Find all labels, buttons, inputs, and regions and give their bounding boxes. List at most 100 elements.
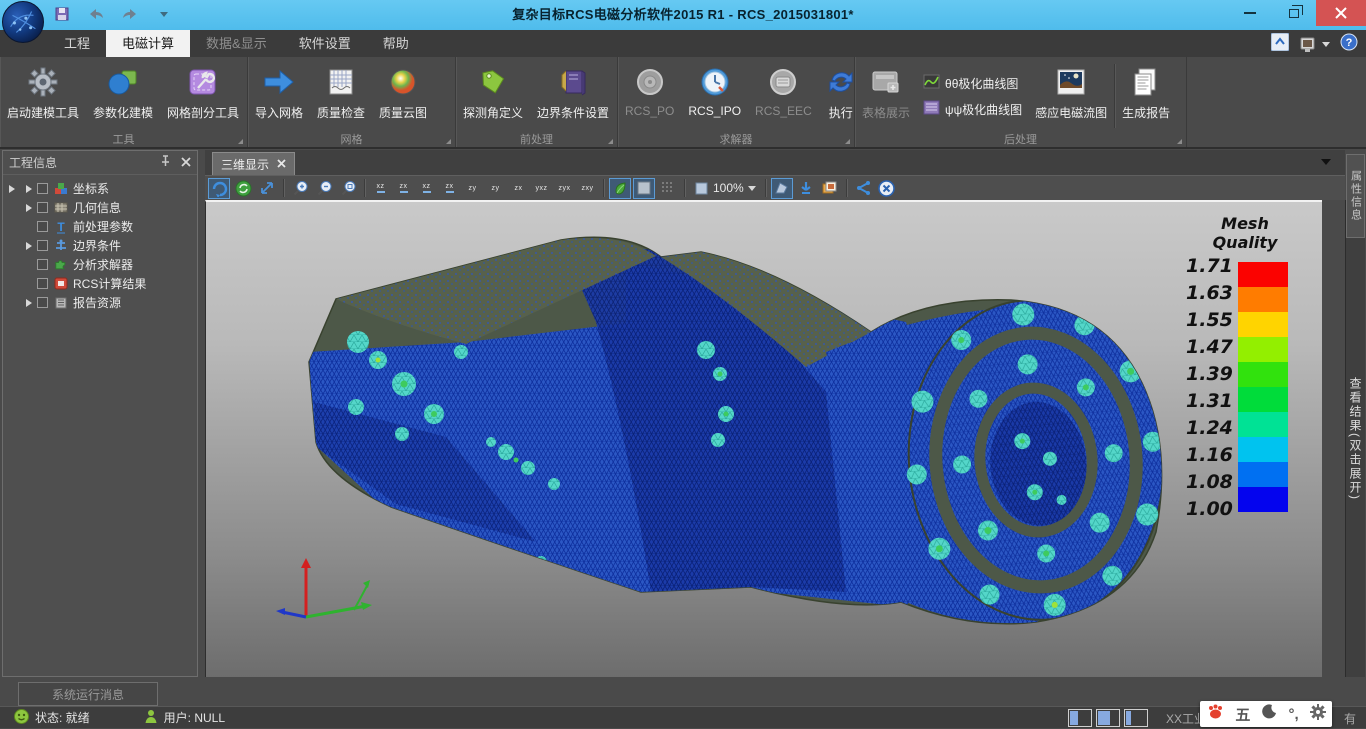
- ime-logo-paw-icon[interactable]: [1206, 703, 1224, 725]
- checkbox[interactable]: [37, 240, 48, 251]
- tree-label: RCS计算结果: [73, 275, 146, 292]
- legend-value: 1.16: [1186, 443, 1238, 470]
- rotate-view-button[interactable]: [208, 178, 230, 199]
- ime-moon-icon[interactable]: [1262, 704, 1277, 724]
- tree-item-coordinate-system[interactable]: 坐标系: [3, 179, 197, 198]
- layout-split-panel-button[interactable]: [1096, 709, 1120, 727]
- group-expand-icon[interactable]: [238, 139, 243, 144]
- tree-item-report-resources[interactable]: 报告资源: [3, 293, 197, 312]
- properties-collapsed-tab[interactable]: 属性信息: [1346, 154, 1365, 238]
- tree-item-boundary-conditions[interactable]: 边界条件: [3, 236, 197, 255]
- display-mode-icon[interactable]: [1299, 36, 1330, 54]
- tab-project[interactable]: 工程: [48, 30, 106, 57]
- rcs-po-button[interactable]: RCS_PO: [618, 60, 681, 132]
- app-logo[interactable]: [2, 1, 44, 43]
- gear-icon: [28, 62, 58, 102]
- group-expand-icon[interactable]: [1177, 139, 1182, 144]
- view-xz-button[interactable]: xz: [370, 178, 391, 199]
- ime-mode-button[interactable]: 五: [1235, 704, 1250, 725]
- group-expand-icon[interactable]: [608, 139, 613, 144]
- checkbox[interactable]: [37, 259, 48, 270]
- ime-settings-gear-icon[interactable]: [1310, 704, 1326, 725]
- view-zx-button[interactable]: zx: [393, 178, 414, 199]
- view-zy-button[interactable]: zy: [462, 178, 483, 199]
- refresh-view-button[interactable]: [232, 178, 254, 199]
- group-expand-icon[interactable]: [446, 139, 451, 144]
- viewport-3d[interactable]: Mesh Quality 1.71 1.63 1.55 1.47 1.39 1.…: [205, 200, 1322, 677]
- stop-button[interactable]: [876, 178, 898, 199]
- restore-button[interactable]: [1272, 0, 1316, 26]
- mesh-tool-button[interactable]: 网格剖分工具: [160, 60, 246, 132]
- smooth-shading-button[interactable]: [609, 178, 631, 199]
- close-button[interactable]: [1316, 0, 1366, 26]
- tab-close-icon[interactable]: [277, 157, 286, 171]
- quality-check-button[interactable]: 质量检查: [310, 60, 372, 132]
- boundary-settings-button[interactable]: 边界条件设置: [530, 60, 616, 132]
- psi-curve-button[interactable]: ψψ极化曲线图: [923, 100, 1022, 118]
- help-icon[interactable]: ?: [1340, 33, 1358, 56]
- minimize-button[interactable]: [1228, 0, 1272, 26]
- theta-curve-button[interactable]: θθ极化曲线图: [923, 74, 1022, 92]
- rcs-ipo-button[interactable]: RCS_IPO: [681, 60, 748, 132]
- induced-current-map-button[interactable]: 感应电磁流图: [1028, 60, 1114, 132]
- layout-left-panel-button[interactable]: [1068, 709, 1092, 727]
- view-zy2-button[interactable]: zy: [485, 178, 506, 199]
- view-xz2-button[interactable]: xz: [416, 178, 437, 199]
- system-messages-tab[interactable]: 系统运行消息: [18, 682, 158, 706]
- checkbox[interactable]: [37, 202, 48, 213]
- solver-po-icon: [635, 62, 665, 102]
- table-view-button[interactable]: 表格展示: [855, 60, 917, 132]
- launch-modeler-label: 启动建模工具: [7, 104, 79, 121]
- quality-cloud-button[interactable]: 质量云图: [372, 60, 434, 132]
- tree-item-preprocess-params[interactable]: T 前处理参数: [3, 217, 197, 236]
- probe-angle-button[interactable]: 探测角定义: [456, 60, 530, 132]
- legend-swatch: [1238, 362, 1288, 387]
- view-zx2-button[interactable]: zx: [439, 178, 460, 199]
- checkbox[interactable]: [37, 183, 48, 194]
- flat-shading-button[interactable]: [633, 178, 655, 199]
- view-zx3-button[interactable]: zx: [508, 178, 529, 199]
- checkbox[interactable]: [37, 221, 48, 232]
- group-expand-icon[interactable]: [845, 139, 850, 144]
- tree-item-rcs-results[interactable]: RCS计算结果: [3, 274, 197, 293]
- section-view-button[interactable]: [771, 178, 793, 199]
- generate-report-button[interactable]: 生成报告: [1115, 60, 1177, 132]
- checkbox[interactable]: [37, 297, 48, 308]
- pan-view-button[interactable]: [256, 178, 278, 199]
- zoom-in-button[interactable]: [289, 178, 311, 199]
- tab-data-display[interactable]: 数据&显示: [190, 30, 283, 57]
- flow-trace-button[interactable]: [852, 178, 874, 199]
- launch-modeler-button[interactable]: 启动建模工具: [0, 60, 86, 132]
- zoom-out-button[interactable]: [313, 178, 335, 199]
- layout-thin-panel-button[interactable]: [1124, 709, 1148, 727]
- tab-em-compute[interactable]: 电磁计算: [106, 30, 190, 57]
- layers-button[interactable]: [819, 178, 841, 199]
- ribbon-group-mesh: 导入网格 质量检查 质量云图 网格: [248, 57, 456, 147]
- checkbox[interactable]: [37, 278, 48, 289]
- import-mesh-button[interactable]: 导入网格: [248, 60, 310, 132]
- ime-punctuation-button[interactable]: °,: [1288, 706, 1298, 723]
- tab-settings[interactable]: 软件设置: [283, 30, 367, 57]
- zoom-level-dropdown[interactable]: 100%: [690, 181, 760, 196]
- import-view-button[interactable]: [795, 178, 817, 199]
- tree-item-geometry-info[interactable]: 几何信息: [3, 198, 197, 217]
- tab-help[interactable]: 帮助: [367, 30, 425, 57]
- svg-text:T: T: [57, 220, 65, 234]
- ime-toolbar[interactable]: 五 °,: [1200, 701, 1332, 727]
- view-iso1-button[interactable]: yxz: [531, 178, 552, 199]
- tab-3d-display[interactable]: 三维显示: [212, 152, 295, 175]
- panel-close-icon[interactable]: [181, 156, 191, 170]
- group-label-postprocess: 后处理: [855, 131, 1186, 146]
- rcs-eec-button[interactable]: RCS_EEC: [748, 60, 819, 132]
- zoom-fit-button[interactable]: [337, 178, 359, 199]
- tab-list-dropdown-icon[interactable]: [1321, 159, 1331, 165]
- legend-swatch: [1238, 287, 1288, 312]
- wireframe-button[interactable]: [657, 178, 679, 199]
- parametric-modeling-button[interactable]: 参数化建模: [86, 60, 160, 132]
- collapse-ribbon-icon[interactable]: [1271, 33, 1289, 56]
- pin-icon[interactable]: [160, 155, 171, 170]
- view-iso2-button[interactable]: zyx: [554, 178, 575, 199]
- view-iso3-button[interactable]: zxy: [577, 178, 598, 199]
- tree-item-solver[interactable]: 分析求解器: [3, 255, 197, 274]
- results-collapsed-strip[interactable]: 查看结果(双击展开): [1345, 200, 1365, 677]
